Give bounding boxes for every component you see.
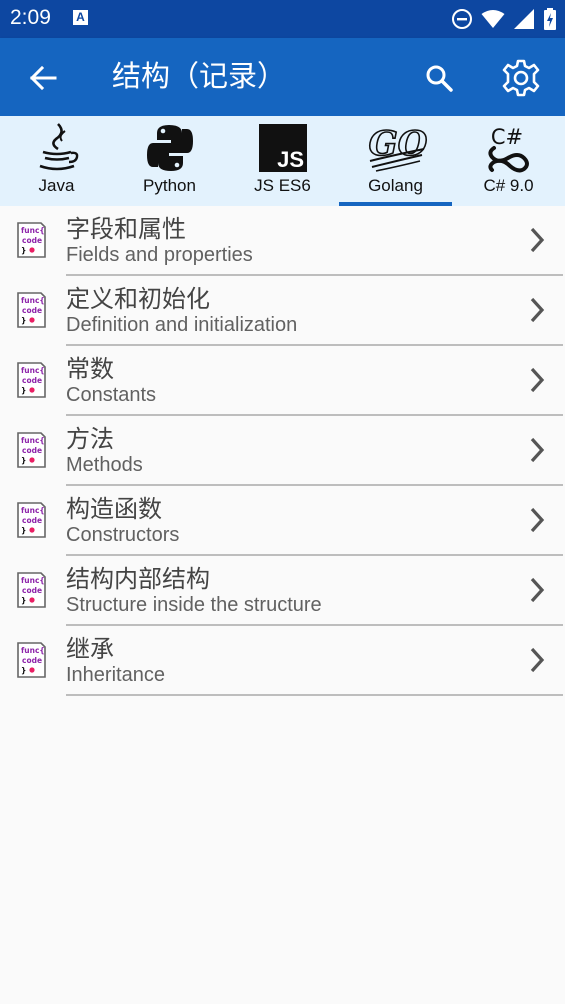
notification-icon: A (73, 10, 88, 25)
item-title: 构造函数 (66, 495, 162, 523)
chevron-right-icon (530, 367, 545, 393)
signal-icon (514, 9, 534, 29)
status-icons (451, 8, 557, 30)
svg-text:code: code (22, 586, 42, 595)
svg-text:code: code (22, 516, 42, 525)
battery-icon (544, 8, 556, 30)
svg-text:code: code (22, 446, 42, 455)
code-file-icon: func{ code } (17, 642, 46, 678)
list-item[interactable]: func{ code } 结构内部结构 Structure inside the… (0, 556, 565, 626)
csharp-icon: C# (487, 125, 529, 173)
page-title: 结构（记录） (112, 59, 287, 93)
item-title: 字段和属性 (66, 215, 186, 243)
item-subtitle: Methods (66, 454, 143, 476)
tab-label: Java (38, 176, 75, 195)
tab-js-es6[interactable]: JS JS ES6 (226, 116, 339, 206)
svg-text:C#: C# (490, 125, 522, 149)
tab-java[interactable]: Java (0, 116, 113, 206)
chevron-right-icon (530, 297, 545, 323)
item-subtitle: Definition and initialization (66, 314, 298, 336)
tab-label: Python (143, 176, 196, 195)
tab-csharp[interactable]: C# C# 9.0 (452, 116, 565, 206)
code-file-icon: func{ code } (17, 292, 46, 328)
item-title: 方法 (66, 425, 114, 453)
list-item[interactable]: func{ code } 构造函数 Constructors (0, 486, 565, 556)
item-title: 结构内部结构 (66, 565, 210, 593)
svg-text:code: code (22, 656, 42, 665)
python-icon (146, 125, 193, 171)
arrow-back-icon (29, 66, 57, 90)
search-button[interactable] (416, 55, 462, 101)
svg-text:}: } (21, 246, 26, 255)
item-title: 继承 (66, 635, 114, 663)
tab-python[interactable]: Python (113, 116, 226, 206)
svg-text:func{: func{ (21, 646, 45, 655)
svg-text:GO: GO (368, 124, 427, 164)
svg-text:func{: func{ (21, 436, 45, 445)
back-button[interactable] (20, 55, 66, 101)
svg-text:}: } (21, 316, 26, 325)
search-icon (426, 65, 453, 92)
svg-text:func{: func{ (21, 226, 45, 235)
tab-label: JS ES6 (254, 176, 311, 195)
divider (66, 694, 563, 696)
svg-text:func{: func{ (21, 366, 45, 375)
wifi-icon (481, 10, 505, 28)
item-subtitle: Structure inside the structure (66, 594, 322, 616)
code-file-icon: func{ code } (17, 432, 46, 468)
svg-text:func{: func{ (21, 576, 45, 585)
svg-text:}: } (21, 456, 26, 465)
chevron-right-icon (530, 647, 545, 673)
status-bar: 2:09 A (0, 0, 565, 38)
chevron-right-icon (530, 577, 545, 603)
tab-label: Golang (368, 176, 423, 195)
item-subtitle: Constants (66, 384, 157, 406)
language-tabs: Java Python JS JS ES6 GO Golang C# C# 9.… (0, 116, 565, 206)
code-file-icon: func{ code } (17, 222, 46, 258)
code-file-icon: func{ code } (17, 572, 46, 608)
settings-button[interactable] (496, 53, 546, 103)
status-time: 2:09 (10, 6, 51, 29)
svg-text:func{: func{ (21, 296, 45, 305)
chevron-right-icon (530, 437, 545, 463)
tab-golang[interactable]: GO Golang (339, 116, 452, 206)
list-item[interactable]: func{ code } 定义和初始化 Definition and initi… (0, 276, 565, 346)
svg-text:func{: func{ (21, 506, 45, 515)
item-subtitle: Fields and properties (66, 244, 253, 266)
svg-text:JS: JS (277, 147, 304, 172)
app-bar: 结构（记录） (0, 38, 565, 116)
svg-text:code: code (22, 236, 42, 245)
gear-icon (502, 59, 540, 97)
chevron-right-icon (530, 227, 545, 253)
list-item[interactable]: func{ code } 字段和属性 Fields and properties (0, 206, 565, 276)
topic-list: func{ code } 字段和属性 Fields and properties… (0, 206, 565, 696)
item-title: 常数 (66, 355, 114, 383)
svg-text:}: } (21, 526, 26, 535)
code-file-icon: func{ code } (17, 362, 46, 398)
code-file-icon: func{ code } (17, 502, 46, 538)
java-icon (39, 123, 78, 171)
svg-text:}: } (21, 666, 26, 675)
do-not-disturb-icon (452, 9, 472, 29)
svg-text:code: code (22, 306, 42, 315)
chevron-right-icon (530, 507, 545, 533)
item-subtitle: Constructors (66, 524, 180, 546)
item-subtitle: Inheritance (66, 664, 165, 686)
tab-label: C# 9.0 (483, 176, 534, 195)
svg-text:}: } (21, 596, 26, 605)
list-item[interactable]: func{ code } 方法 Methods (0, 416, 565, 486)
svg-text:code: code (22, 376, 42, 385)
list-item[interactable]: func{ code } 常数 Constants (0, 346, 565, 416)
js-icon: JS (258, 124, 307, 172)
item-title: 定义和初始化 (66, 285, 210, 313)
svg-text:}: } (21, 386, 26, 395)
go-icon: GO (367, 123, 428, 172)
list-item[interactable]: func{ code } 继承 Inheritance (0, 626, 565, 696)
